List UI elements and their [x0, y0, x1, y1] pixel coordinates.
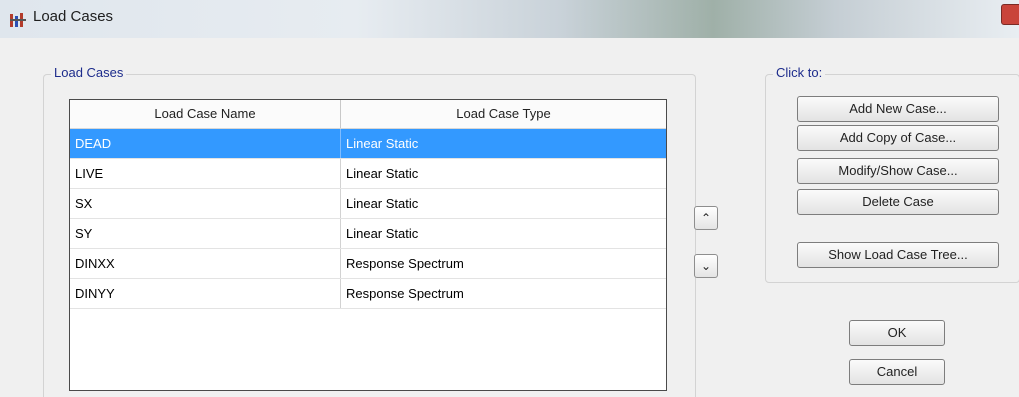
load-case-type: Response Spectrum [346, 256, 464, 271]
load-case-name: LIVE [75, 166, 104, 181]
table-row[interactable]: SY Linear Static [70, 219, 666, 249]
double-chevron-up-icon: ⌃ [700, 211, 712, 225]
load-case-type: Response Spectrum [346, 286, 464, 301]
show-load-case-tree-button[interactable]: Show Load Case Tree... [797, 242, 999, 268]
load-case-name: SY [75, 226, 93, 241]
load-case-type: Linear Static [346, 166, 419, 181]
column-header-type[interactable]: Load Case Type [341, 100, 666, 128]
add-new-case-button[interactable]: Add New Case... [797, 96, 999, 122]
close-button[interactable] [1001, 4, 1019, 25]
ok-button[interactable]: OK [849, 320, 945, 346]
load-case-name: DINYY [75, 286, 115, 301]
move-up-button[interactable]: ⌃ [694, 206, 718, 230]
cancel-button[interactable]: Cancel [849, 359, 945, 385]
double-chevron-down-icon: ⌄ [700, 259, 712, 273]
load-case-type: Linear Static [346, 226, 419, 241]
load-cases-table[interactable]: Load Case Name Load Case Type DEAD Linea… [69, 99, 667, 391]
modify-show-case-button[interactable]: Modify/Show Case... [797, 158, 999, 184]
move-down-button[interactable]: ⌄ [694, 254, 718, 278]
table-row[interactable]: DEAD Linear Static [70, 129, 666, 159]
load-case-type: Linear Static [346, 136, 419, 151]
load-case-name: SX [75, 196, 93, 211]
column-header-name[interactable]: Load Case Name [70, 100, 341, 128]
load-case-name: DINXX [75, 256, 115, 271]
title-bar: Load Cases [0, 0, 1019, 38]
load-case-name: DEAD [75, 136, 112, 151]
load-cases-group-label: Load Cases [51, 65, 127, 80]
load-case-type: Linear Static [346, 196, 419, 211]
table-row[interactable]: DINXX Response Spectrum [70, 249, 666, 279]
table-row[interactable]: LIVE Linear Static [70, 159, 666, 189]
table-row[interactable]: DINYY Response Spectrum [70, 279, 666, 309]
app-icon [10, 13, 26, 27]
delete-case-button[interactable]: Delete Case [797, 189, 999, 215]
window-title: Load Cases [33, 8, 114, 25]
add-copy-of-case-button[interactable]: Add Copy of Case... [797, 125, 999, 151]
table-header: Load Case Name Load Case Type [70, 100, 666, 129]
table-row[interactable]: SX Linear Static [70, 189, 666, 219]
click-to-group-label: Click to: [773, 65, 826, 80]
